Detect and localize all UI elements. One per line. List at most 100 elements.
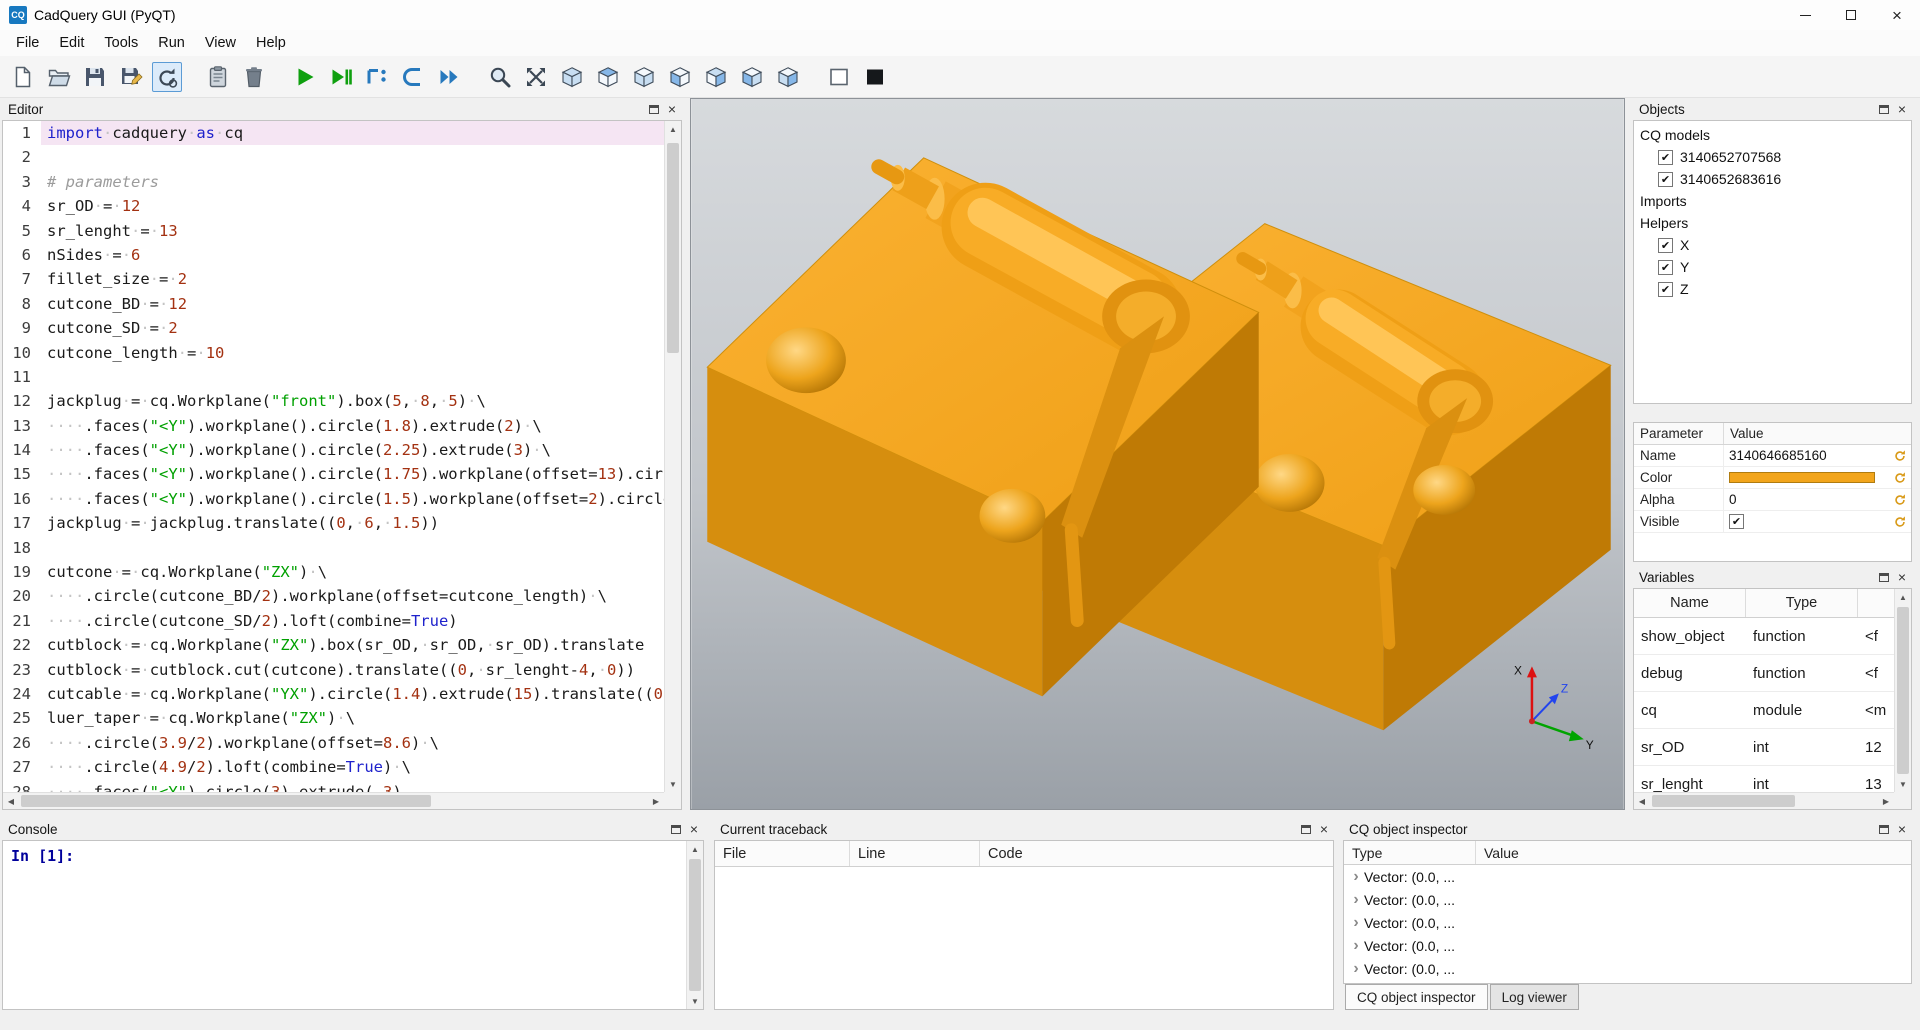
scrollbar-thumb[interactable] (1897, 607, 1909, 774)
save-as-button[interactable] (116, 62, 146, 92)
editor-vertical-scrollbar[interactable]: ▲ ▼ (664, 121, 681, 792)
delete-button[interactable] (239, 62, 269, 92)
float-icon[interactable] (1301, 825, 1311, 834)
inspector-row[interactable]: ›Vector: (0.0, ... (1344, 865, 1911, 888)
expand-chevron-icon[interactable]: › (1348, 961, 1364, 977)
open-file-button[interactable] (44, 62, 74, 92)
column-header-value[interactable]: Value (1724, 423, 1911, 444)
code-line[interactable]: 2 (3, 145, 664, 169)
float-icon[interactable] (1879, 573, 1889, 582)
editor-horizontal-scrollbar[interactable]: ◀ ▶ (3, 792, 664, 809)
close-icon[interactable]: × (668, 102, 676, 116)
code-line[interactable]: 19cutcone·=·cq.Workplane("ZX")·\ (3, 560, 664, 584)
code-line[interactable]: 21····.circle(cutcone_SD/2).loft(combine… (3, 609, 664, 633)
expand-chevron-icon[interactable]: › (1348, 892, 1364, 908)
console-vertical-scrollbar[interactable]: ▲ ▼ (686, 841, 703, 1009)
expand-chevron-icon[interactable]: › (1348, 915, 1364, 931)
scroll-right-arrow[interactable]: ▶ (1878, 793, 1894, 809)
code-line[interactable]: 25luer_taper·=·cq.Workplane("ZX")·\ (3, 706, 664, 730)
column-header-code[interactable]: Code (980, 841, 1333, 866)
new-file-button[interactable] (8, 62, 38, 92)
fit-all-button[interactable] (521, 62, 551, 92)
code-line[interactable]: 15····.faces("<Y").workplane().circle(1.… (3, 462, 664, 486)
code-line[interactable]: 17jackplug·=·jackplug.translate((0,·6,·1… (3, 511, 664, 535)
scroll-down-arrow[interactable]: ▼ (665, 776, 681, 792)
code-line[interactable]: 23cutblock·=·cutblock.cut(cutcone).trans… (3, 658, 664, 682)
variables-table-header[interactable]: NameType (1634, 589, 1894, 618)
variable-row-debug[interactable]: debugfunction<f (1634, 655, 1894, 692)
shaded-button[interactable] (860, 62, 890, 92)
continue-button[interactable] (434, 62, 464, 92)
zoom-fit-button[interactable] (485, 62, 515, 92)
scroll-up-arrow[interactable]: ▲ (687, 841, 703, 857)
property-value[interactable]: ✔ (1724, 511, 1889, 532)
code-editor[interactable]: 1import·cadquery·as·cq23# parameters4sr_… (3, 121, 664, 792)
variable-row-sr_OD[interactable]: sr_ODint12 (1634, 729, 1894, 766)
visibility-checkbox[interactable]: ✔ (1658, 172, 1673, 187)
tab-cq-object-inspector[interactable]: CQ object inspector (1345, 984, 1488, 1010)
wireframe-button[interactable] (824, 62, 854, 92)
expand-chevron-icon[interactable]: › (1348, 869, 1364, 885)
code-line[interactable]: 16····.faces("<Y").workplane().circle(1.… (3, 487, 664, 511)
code-line[interactable]: 8cutcone_BD·=·12 (3, 292, 664, 316)
console-prompt[interactable]: In [1]: (3, 841, 686, 1009)
code-line[interactable]: 4sr_OD·=·12 (3, 194, 664, 218)
visibility-checkbox[interactable]: ✔ (1658, 260, 1673, 275)
inspector-row[interactable]: ›Vector: (0.0, ... (1344, 957, 1911, 980)
scroll-right-arrow[interactable]: ▶ (648, 793, 664, 809)
close-button[interactable]: × (1874, 0, 1920, 30)
step-into-button[interactable] (398, 62, 428, 92)
menu-file[interactable]: File (6, 32, 49, 54)
code-line[interactable]: 13····.faces("<Y").workplane().circle(1.… (3, 414, 664, 438)
variable-row-sr_lenght[interactable]: sr_lenghtint13 (1634, 766, 1894, 792)
run-button[interactable] (290, 62, 320, 92)
menu-help[interactable]: Help (246, 32, 296, 54)
view-top-button[interactable] (593, 62, 623, 92)
visible-checkbox[interactable]: ✔ (1729, 514, 1744, 529)
console-body[interactable]: In [1]: ▲ ▼ (2, 840, 704, 1010)
expand-chevron-icon[interactable]: › (1348, 938, 1364, 954)
code-line[interactable]: 1import·cadquery·as·cq (3, 121, 664, 145)
float-icon[interactable] (671, 825, 681, 834)
scrollbar-thumb[interactable] (689, 859, 701, 991)
code-line[interactable]: 12jackplug·=·cq.Workplane("front").box(5… (3, 389, 664, 413)
reset-button[interactable] (1889, 467, 1911, 488)
property-value[interactable]: 3140646685160 (1724, 445, 1889, 466)
scroll-up-arrow[interactable]: ▲ (1895, 589, 1911, 605)
code-line[interactable]: 20····.circle(cutcone_BD/2).workplane(of… (3, 584, 664, 608)
menu-edit[interactable]: Edit (49, 32, 94, 54)
tree-item-helpers[interactable]: Helpers (1634, 212, 1911, 234)
reset-button[interactable] (1889, 445, 1911, 466)
code-line[interactable]: 6nSides·=·6 (3, 243, 664, 267)
tree-item-3140652683616[interactable]: ✔3140652683616 (1634, 168, 1911, 190)
view-right-button[interactable] (773, 62, 803, 92)
column-header-value[interactable] (1858, 589, 1894, 617)
close-icon[interactable]: × (1898, 570, 1906, 584)
editor-body[interactable]: 1import·cadquery·as·cq23# parameters4sr_… (2, 120, 682, 810)
debug-button[interactable] (326, 62, 356, 92)
maximize-button[interactable] (1828, 0, 1874, 30)
visibility-checkbox[interactable]: ✔ (1658, 238, 1673, 253)
3d-viewport[interactable]: X Z Y (690, 98, 1625, 810)
close-icon[interactable]: × (1320, 822, 1328, 836)
close-icon[interactable]: × (690, 822, 698, 836)
code-line[interactable]: 28····.faces("<Y").circle(3).extrude(-3) (3, 780, 664, 792)
variables-vertical-scrollbar[interactable]: ▲ ▼ (1894, 589, 1911, 792)
column-header-value[interactable]: Value (1476, 841, 1911, 864)
tree-item-y[interactable]: ✔Y (1634, 256, 1911, 278)
menu-run[interactable]: Run (148, 32, 195, 54)
inspector-row[interactable]: ›Vector: (0.0, ... (1344, 911, 1911, 934)
property-value[interactable]: 0 (1724, 489, 1889, 510)
scrollbar-thumb[interactable] (1652, 795, 1795, 807)
minimize-button[interactable] (1782, 0, 1828, 30)
view-front-button[interactable] (665, 62, 695, 92)
tree-item-x[interactable]: ✔X (1634, 234, 1911, 256)
code-line[interactable]: 18 (3, 536, 664, 560)
step-over-button[interactable] (362, 62, 392, 92)
column-header-parameter[interactable]: Parameter (1634, 423, 1724, 444)
variable-row-cq[interactable]: cqmodule<m (1634, 692, 1894, 729)
reset-button[interactable] (1889, 511, 1911, 532)
reset-button[interactable] (1889, 489, 1911, 510)
code-line[interactable]: 22cutblock·=·cq.Workplane("ZX").box(sr_O… (3, 633, 664, 657)
inspector-table-header[interactable]: Type Value (1344, 841, 1911, 865)
